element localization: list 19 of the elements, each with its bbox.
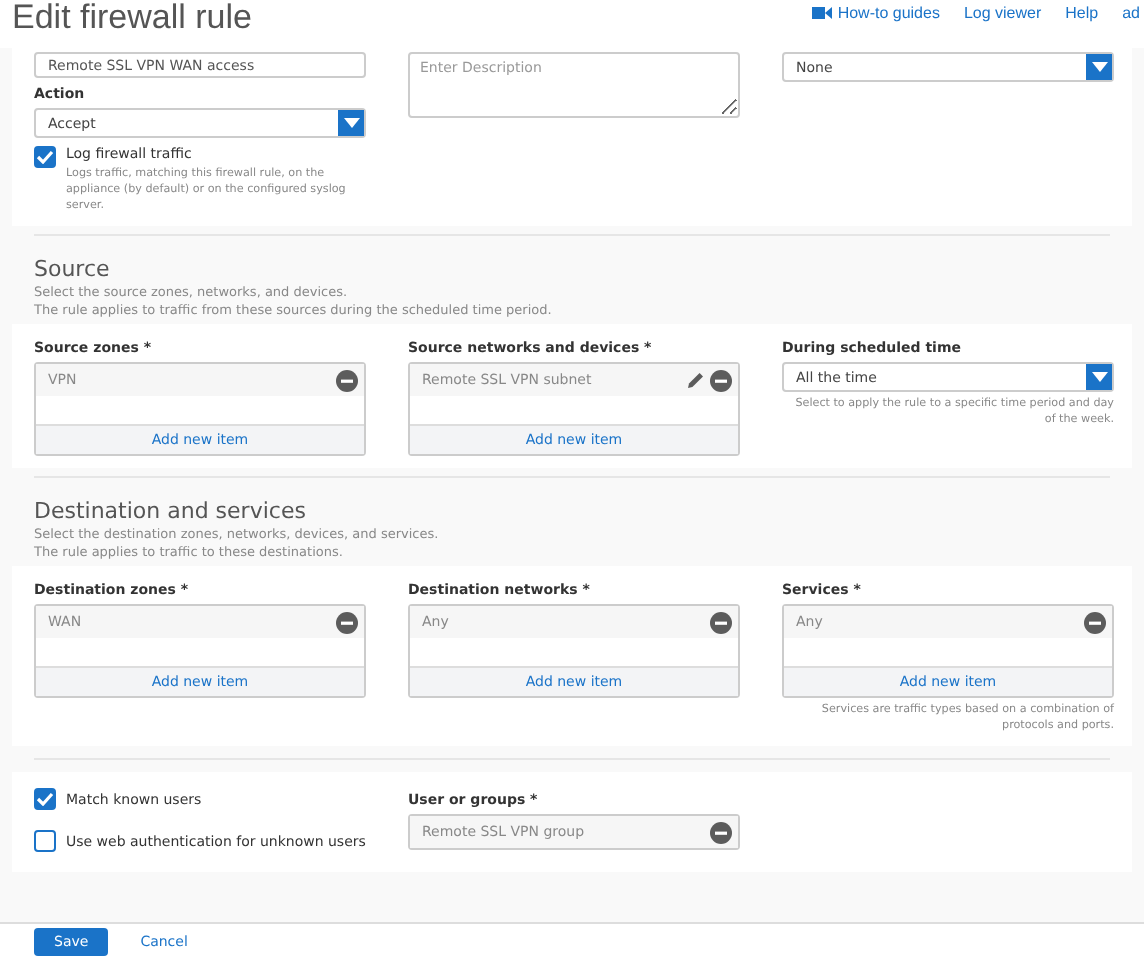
link[interactable]: ad: [1122, 4, 1140, 22]
remove-icon[interactable]: [1084, 611, 1106, 633]
link[interactable]: How-to guides: [811, 4, 940, 22]
remove-icon[interactable]: [710, 821, 732, 843]
caret-down-icon[interactable]: [1091, 372, 1107, 382]
remove-icon[interactable]: [710, 369, 732, 391]
caret-down-icon[interactable]: [343, 118, 359, 128]
pencil-icon[interactable]: [686, 370, 706, 390]
remove-icon[interactable]: [336, 611, 358, 633]
link[interactable]: Log viewer: [963, 4, 1042, 22]
remove-icon[interactable]: [336, 369, 358, 391]
link[interactable]: Help: [1065, 4, 1099, 22]
caret-down-icon[interactable]: [1091, 62, 1107, 72]
remove-icon[interactable]: [710, 611, 732, 633]
section-heading: Destination and services: [34, 498, 308, 524]
video-camera-icon[interactable]: [811, 6, 832, 20]
section-heading: Source: [34, 256, 112, 282]
checkbox[interactable]: [34, 830, 56, 852]
page-title: Edit firewall rule: [12, 0, 252, 36]
